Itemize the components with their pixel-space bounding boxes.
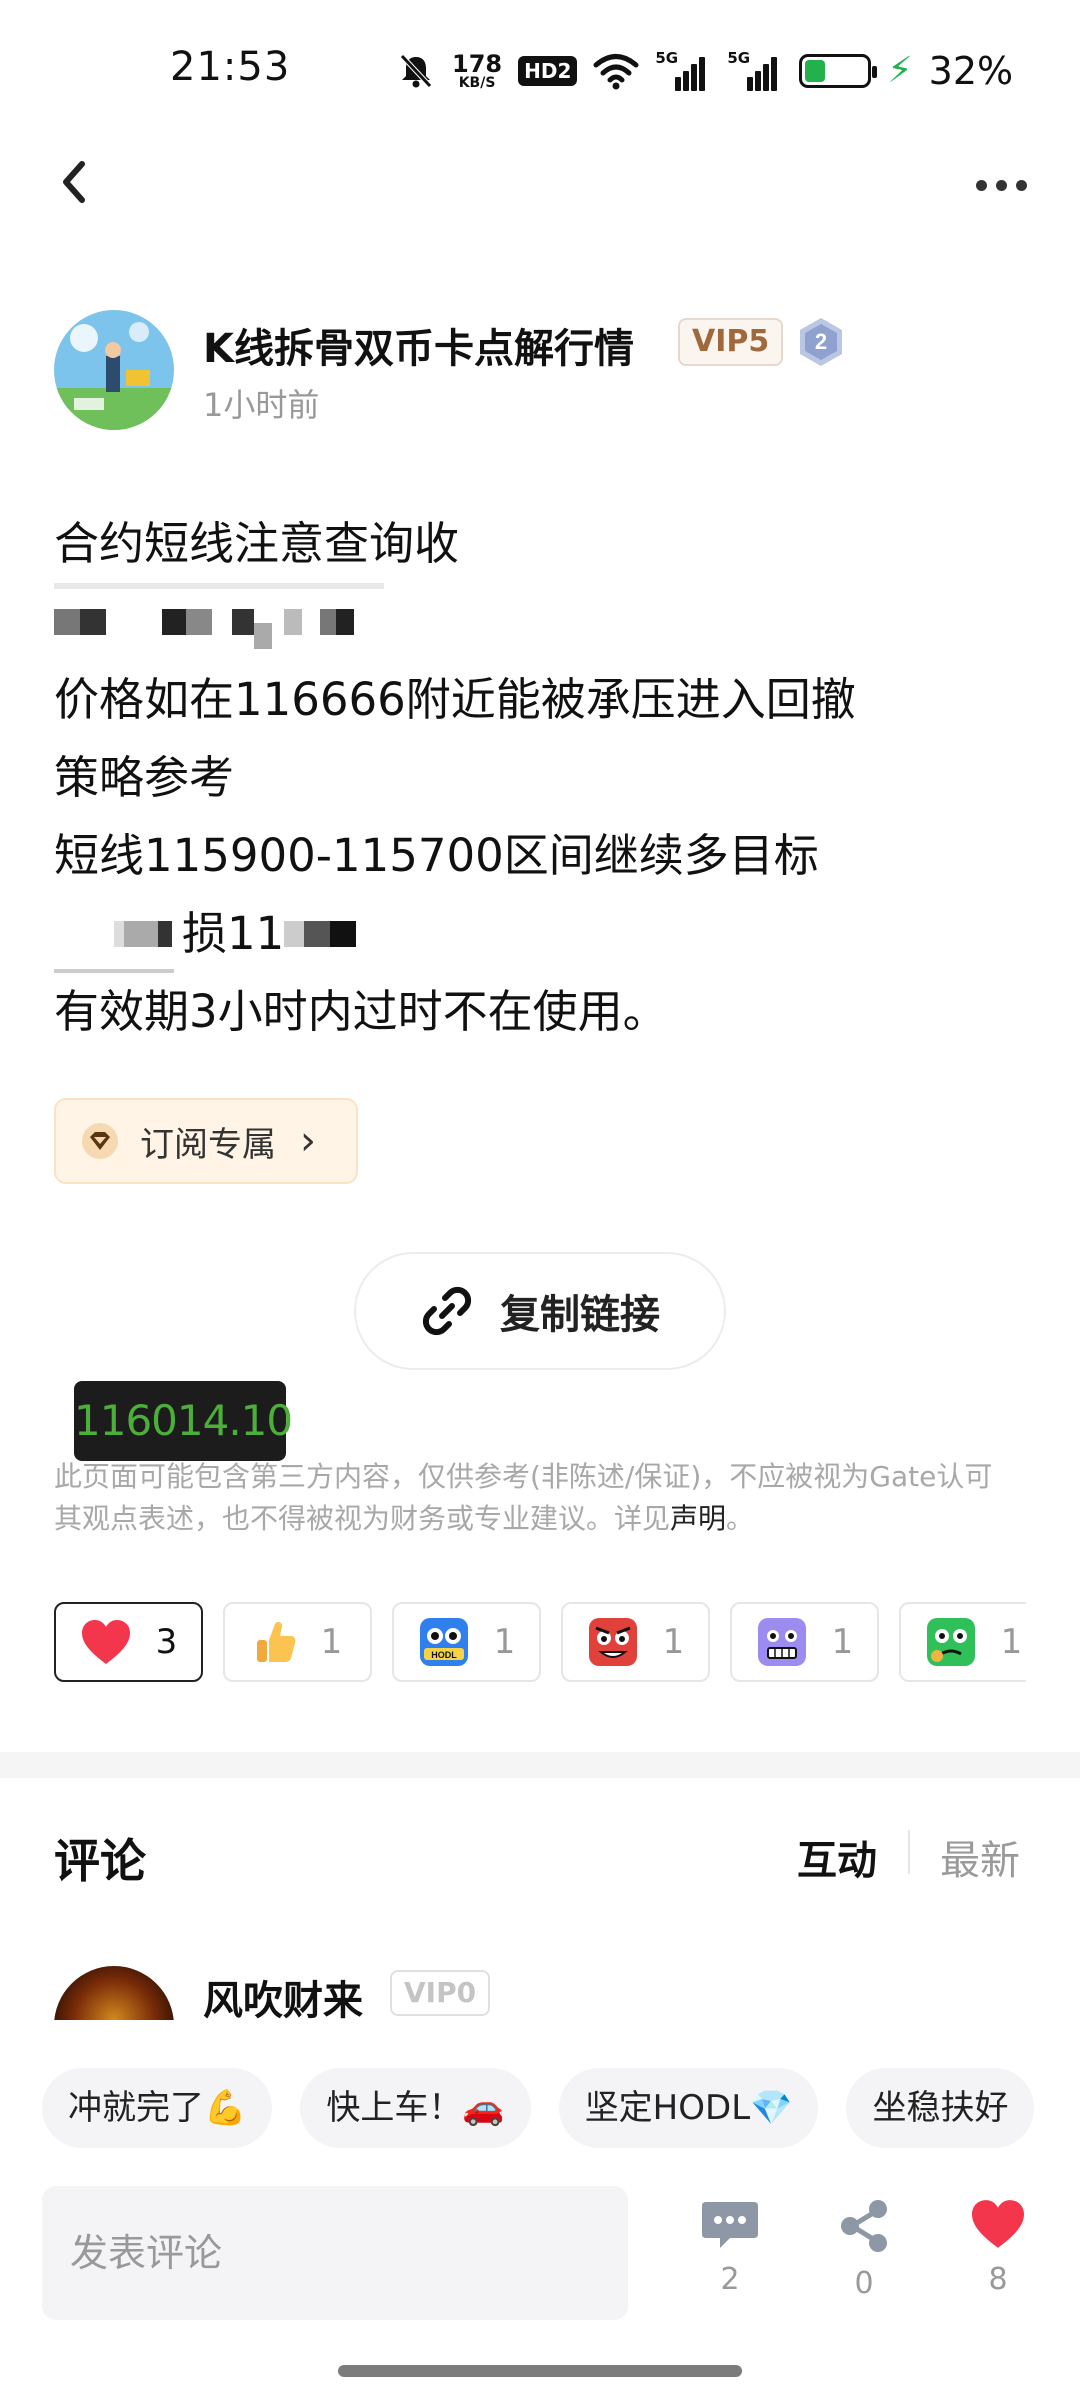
heart-icon <box>972 2200 1024 2248</box>
post-body: 合约短线注意查询收 价格如在116666附近能被承压进入回撤 策略参考 短线11… <box>54 505 1034 1051</box>
net-speed-value: 178 <box>452 50 503 78</box>
quick-reply-chip[interactable]: 坚定HODL💎 <box>558 2068 819 2148</box>
reaction-bar: 3 1 HODL 1 1 1 1 <box>54 1602 1026 1684</box>
reaction-hodl[interactable]: HODL 1 <box>392 1602 541 1682</box>
reaction-count: 3 <box>155 1622 178 1662</box>
price-overlay: 116014.10 <box>74 1381 293 1461</box>
reaction-count: 1 <box>662 1622 685 1662</box>
link-icon <box>422 1286 472 1336</box>
tab-latest[interactable]: 最新 <box>940 1828 1020 1886</box>
share-button[interactable]: 0 <box>824 2198 904 2328</box>
copy-link-label: 复制链接 <box>500 1292 660 1338</box>
vip-badge: VIP5 <box>678 318 784 366</box>
tab-divider <box>908 1830 910 1874</box>
more-dots-icon <box>976 179 987 191</box>
status-icons: 178 KB/S HD2 5G 5G ⚡ 32% <box>396 46 1013 96</box>
post-line: 短线115900-115700区间继续多目标 <box>54 829 819 882</box>
mute-bell-icon <box>400 54 432 88</box>
reaction-count: 1 <box>1000 1622 1023 1662</box>
tab-interact[interactable]: 互动 <box>797 1828 877 1886</box>
hd-badge: HD2 <box>518 56 578 86</box>
diamond-icon <box>82 1123 118 1159</box>
quick-reply-chip[interactable]: 冲就完了💪 <box>42 2068 273 2148</box>
level-badge: 2 <box>797 316 845 368</box>
battery-icon <box>799 54 878 88</box>
author-name[interactable]: K线拆骨双币卡点解行情 <box>203 316 634 374</box>
share-icon <box>841 2200 887 2252</box>
chevron-left-icon <box>63 161 85 203</box>
grimace-emoji-icon <box>757 1618 806 1666</box>
reaction-sick[interactable]: 1 <box>899 1602 1026 1682</box>
post-line: 有效期3小时内过时不在使用。 <box>54 985 668 1038</box>
home-indicator[interactable] <box>338 2365 742 2377</box>
post-line: 合约短线注意查询收 <box>54 517 460 570</box>
author-avatar[interactable] <box>54 310 174 430</box>
reaction-heart[interactable]: 3 <box>54 1602 203 1682</box>
quick-reply-chip[interactable]: 坐稳扶好 <box>846 2068 1035 2148</box>
like-count: 8 <box>988 2262 1008 2297</box>
battery-percent: 32% <box>928 49 1014 93</box>
reaction-angry[interactable]: 1 <box>561 1602 710 1682</box>
commenter-vip-badge: VIP0 <box>390 1970 491 2016</box>
commenter-avatar[interactable] <box>54 1966 174 2020</box>
angry-emoji-icon <box>588 1618 637 1666</box>
back-button[interactable] <box>54 152 114 222</box>
section-divider <box>0 1752 1080 1778</box>
reaction-count: 1 <box>320 1622 343 1662</box>
post-time: 1小时前 <box>203 386 320 424</box>
subscription-label: 订阅专属 <box>140 1124 276 1165</box>
reaction-count: 1 <box>493 1622 516 1662</box>
more-button[interactable] <box>976 160 1036 210</box>
comments-title: 评论 <box>54 1834 146 1888</box>
comment-count: 2 <box>720 2262 740 2297</box>
svg-text:HODL: HODL <box>431 1650 457 1660</box>
like-button[interactable]: 8 <box>958 2198 1038 2328</box>
status-bar: 21:53 178 KB/S HD2 5G 5G ⚡ 32% <box>0 0 1080 140</box>
reaction-thumbs-up[interactable]: 1 <box>223 1602 372 1682</box>
sick-emoji-icon <box>926 1618 975 1666</box>
hodl-emoji-icon: HODL <box>419 1618 468 1666</box>
status-time: 21:53 <box>170 44 291 90</box>
post-line: 价格如在116666附近能被承压进入回撤 <box>54 673 856 726</box>
commenter-name[interactable]: 风吹财来 <box>203 1968 363 2026</box>
censored-line: 损11 <box>54 895 1034 973</box>
post-line: 策略参考 <box>54 751 235 804</box>
heart-icon <box>81 1620 130 1664</box>
reaction-grimace[interactable]: 1 <box>730 1602 879 1682</box>
comment-button[interactable]: 2 <box>690 2198 770 2328</box>
net-speed-unit: KB/S <box>458 75 496 91</box>
reaction-count: 1 <box>831 1622 854 1662</box>
comment-bubble-icon <box>702 2202 758 2248</box>
svg-text:2: 2 <box>815 329 827 354</box>
thumbs-up-icon <box>256 1621 296 1662</box>
wifi-icon <box>593 54 639 90</box>
comment-input[interactable]: 发表评论 <box>42 2186 628 2320</box>
charging-icon: ⚡ <box>887 50 913 91</box>
hexagon-level-icon: 2 <box>800 318 842 366</box>
chevron-right-icon: › <box>300 1118 316 1164</box>
censored-line <box>54 583 1034 661</box>
statement-link[interactable]: 声明 <box>670 1502 726 1535</box>
battery-fill <box>805 60 825 82</box>
signal-icon: 5G <box>655 49 711 91</box>
copy-link-button[interactable]: 复制链接 <box>354 1252 726 1370</box>
disclaimer-text: 此页面可能包含第三方内容，仅供参考(非陈述/保证)，不应被视为Gate认可其观点… <box>54 1460 993 1535</box>
net-speed: 178 KB/S <box>452 52 502 90</box>
share-count: 0 <box>854 2266 874 2301</box>
subscription-chip[interactable]: 订阅专属 › <box>54 1098 358 1184</box>
disclaimer: 此页面可能包含第三方内容，仅供参考(非陈述/保证)，不应被视为Gate认可其观点… <box>54 1460 993 1535</box>
quick-reply-chip[interactable]: 快上车！🚗 <box>300 2068 531 2148</box>
signal-icon: 5G <box>727 49 783 91</box>
quick-replies: 冲就完了💪 快上车！🚗 坚定HODL💎 坐稳扶好 <box>42 2068 1080 2150</box>
